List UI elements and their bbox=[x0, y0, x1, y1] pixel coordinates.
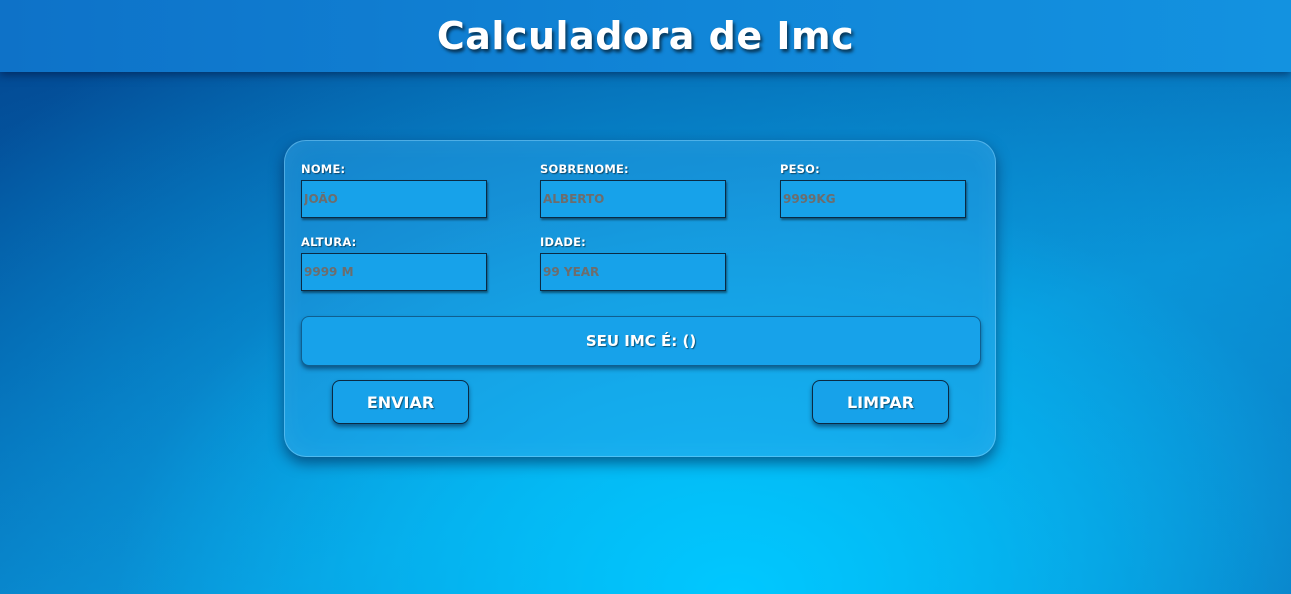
imc-result-display: SEU IMC É: () bbox=[301, 316, 981, 366]
submit-button[interactable]: ENVIAR bbox=[332, 380, 469, 424]
field-peso: PESO: bbox=[780, 162, 966, 218]
field-altura: ALTURA: bbox=[301, 235, 487, 291]
altura-input[interactable] bbox=[301, 253, 487, 291]
peso-label: PESO: bbox=[780, 162, 820, 176]
nome-input[interactable] bbox=[301, 180, 487, 218]
field-nome: NOME: bbox=[301, 162, 487, 218]
sobrenome-input[interactable] bbox=[540, 180, 726, 218]
idade-label: IDADE: bbox=[540, 235, 586, 249]
idade-input[interactable] bbox=[540, 253, 726, 291]
clear-button[interactable]: LIMPAR bbox=[812, 380, 949, 424]
altura-label: ALTURA: bbox=[301, 235, 357, 249]
page-header: Calculadora de Imc bbox=[0, 0, 1291, 72]
field-sobrenome: SOBRENOME: bbox=[540, 162, 726, 218]
imc-form-card: NOME: SOBRENOME: PESO: ALTURA: IDADE: SE… bbox=[284, 140, 996, 457]
field-idade: IDADE: bbox=[540, 235, 726, 291]
sobrenome-label: SOBRENOME: bbox=[540, 162, 629, 176]
page-title: Calculadora de Imc bbox=[436, 14, 855, 58]
nome-label: NOME: bbox=[301, 162, 346, 176]
peso-input[interactable] bbox=[780, 180, 966, 218]
